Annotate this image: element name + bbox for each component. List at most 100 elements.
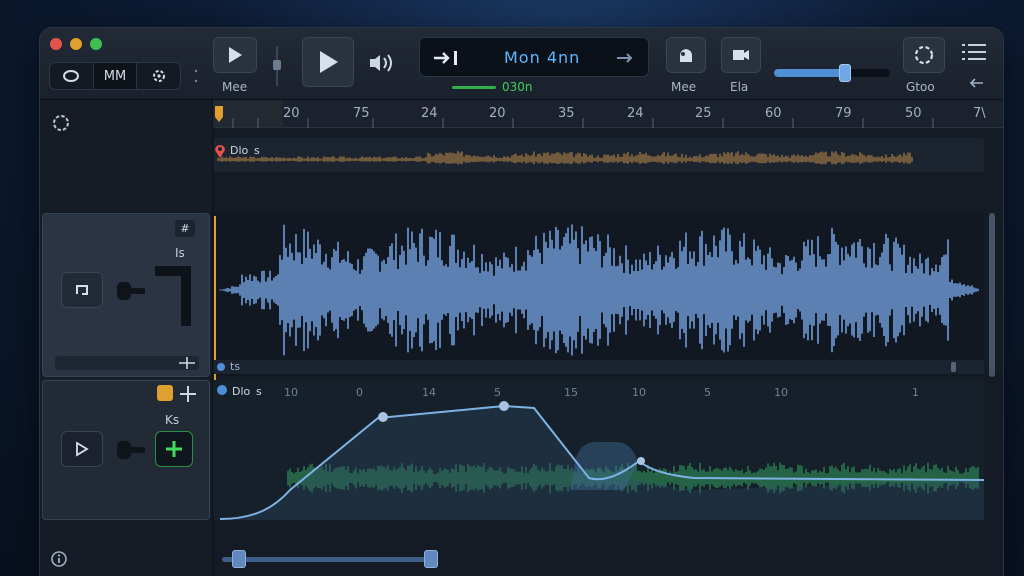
track-number-badge[interactable]: # [175, 220, 195, 237]
play-icon [320, 51, 338, 73]
audio-track-header[interactable]: # Is [42, 213, 210, 377]
lcd-position-text: Mon 4nn [504, 48, 581, 67]
region-icon [217, 385, 227, 395]
zoom-window-button[interactable] [90, 38, 102, 50]
automation-tick: 5 [494, 386, 501, 399]
master-volume-slider[interactable] [774, 69, 890, 77]
speaker-icon[interactable] [117, 280, 145, 302]
ruler-ticks [213, 100, 934, 128]
arrow-left-icon[interactable] [968, 77, 984, 89]
toolbar: MM Mee Mon 4nn 030n Mee Ela Gtoo [40, 28, 1003, 100]
add-icon[interactable] [179, 385, 197, 403]
timeline-ruler[interactable]: 20 75 24 20 35 24 25 60 79 50 7\ [213, 100, 1003, 128]
loop-icon [76, 285, 88, 295]
automation-clip-suffix: s [256, 385, 262, 398]
forward-icon[interactable] [615, 50, 635, 66]
scroll-start-handle[interactable] [232, 550, 246, 568]
master-volume-thumb[interactable] [839, 64, 851, 82]
play-outline-icon [76, 441, 89, 457]
ruler-tick: 79 [835, 106, 852, 121]
pan-slider[interactable] [55, 356, 199, 370]
list-menu-icon[interactable] [962, 43, 986, 61]
automation-point [499, 401, 509, 411]
automation-tick: 5 [704, 386, 711, 399]
automation-tick: 15 [564, 386, 578, 399]
audio-track-label: Is [175, 246, 185, 260]
add-automation-button[interactable] [155, 431, 193, 467]
region-resize-handle[interactable] [951, 362, 956, 372]
audio-lane[interactable] [214, 212, 984, 376]
volume-meter[interactable] [153, 264, 195, 328]
vertical-scrollbar[interactable] [989, 213, 995, 377]
audio-region-bar[interactable]: ts [214, 360, 984, 374]
preview-play-button[interactable] [213, 37, 257, 73]
automation-tick: 0 [356, 386, 363, 399]
loop-icon [63, 70, 80, 82]
daw-window: MM Mee Mon 4nn 030n Mee Ela Gtoo # Is Ks… [40, 28, 1003, 576]
preview-play-label: Mee [222, 80, 248, 94]
loop-view-button[interactable] [50, 63, 94, 89]
automation-track-label: Ks [165, 413, 180, 427]
mixer-view-button[interactable]: MM [93, 63, 138, 89]
metronome-label: Mee [671, 80, 697, 94]
vertical-fader[interactable] [272, 46, 282, 86]
region-icon [217, 363, 225, 371]
window-controls [50, 38, 102, 50]
speaker-volume-icon[interactable] [367, 50, 397, 76]
loop-button[interactable] [61, 272, 103, 308]
ruler-tick: 20 [489, 106, 506, 121]
ruler-tick: 60 [765, 106, 782, 121]
scroll-end-handle[interactable] [424, 550, 438, 568]
ruler-tick: 75 [353, 106, 370, 121]
cpu-meter: 030n [452, 80, 533, 94]
minimize-window-button[interactable] [70, 38, 82, 50]
settings-view-button[interactable] [137, 63, 180, 89]
cpu-meter-value: 030n [502, 80, 533, 94]
export-button[interactable] [721, 37, 761, 73]
settings-button[interactable] [903, 37, 945, 73]
ruler-tick: 25 [695, 106, 712, 121]
settings-label: Gtoo [906, 80, 935, 94]
metronome-button[interactable] [666, 37, 706, 73]
automation-curve[interactable] [214, 380, 984, 520]
ruler-tick: 24 [627, 106, 644, 121]
view-segmented-control: MM [49, 62, 181, 90]
close-window-button[interactable] [50, 38, 62, 50]
gear-icon[interactable] [50, 112, 72, 134]
lcd-display[interactable]: Mon 4nn [419, 37, 649, 77]
automation-play-button[interactable] [61, 431, 103, 467]
play-icon [229, 47, 242, 63]
overview-waveform [217, 151, 913, 165]
ruler-tick: 35 [558, 106, 575, 121]
automation-tick: 10 [632, 386, 646, 399]
master-volume-fill [774, 69, 839, 77]
automation-track-header[interactable]: Ks [42, 380, 210, 520]
automation-tick: 1 [912, 386, 919, 399]
ruler-tick: 7\ [973, 106, 986, 121]
audio-waveform [219, 224, 979, 356]
automation-clip-name: Dlo [232, 385, 251, 398]
go-to-start-icon[interactable] [432, 49, 462, 67]
drag-handle-icon[interactable] [193, 68, 199, 84]
export-label: Ela [730, 80, 749, 94]
info-icon[interactable] [50, 550, 68, 568]
transport-play-button[interactable] [302, 37, 354, 87]
automation-lane[interactable]: Dlo s 10 0 14 5 15 10 5 10 1 [214, 380, 984, 520]
metronome-icon [680, 49, 692, 62]
crosshair-icon[interactable] [179, 357, 195, 369]
track-header-pane: # Is Ks [40, 100, 213, 576]
overview-lane[interactable]: Dlo s [214, 138, 984, 172]
automation-tick: 14 [422, 386, 436, 399]
automation-record-toggle[interactable] [157, 385, 173, 401]
cpu-meter-bar [452, 85, 496, 89]
camera-icon [733, 50, 749, 60]
ruler-tick: 24 [421, 106, 438, 121]
automation-tick: 10 [284, 386, 298, 399]
mixer-view-label: MM [103, 68, 127, 84]
automation-tick: 10 [774, 386, 788, 399]
speaker-icon[interactable] [117, 439, 145, 461]
playhead-marker-icon[interactable] [213, 104, 225, 124]
gear-icon [914, 45, 934, 65]
gear-icon [152, 70, 165, 82]
horizontal-scrollbar[interactable] [222, 557, 432, 562]
